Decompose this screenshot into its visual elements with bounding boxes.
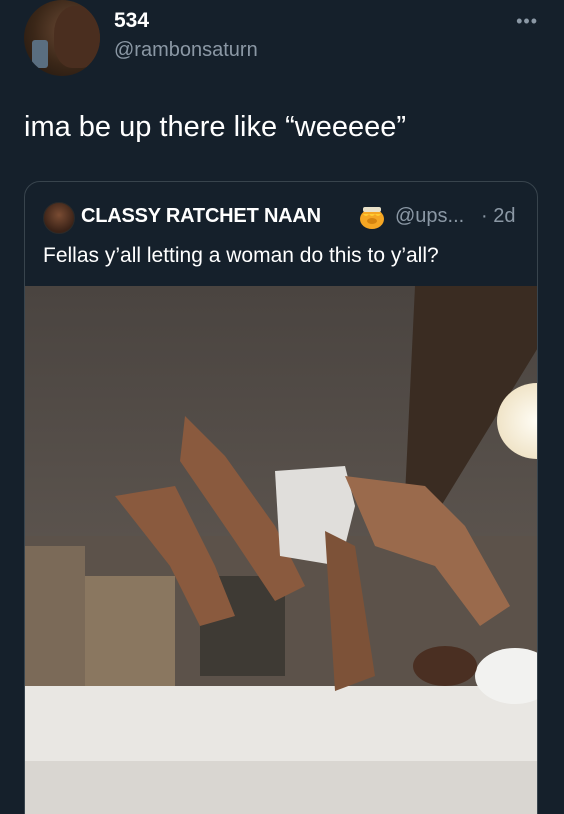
display-name[interactable]: 534 (114, 9, 149, 33)
honey-pot-icon (360, 207, 384, 229)
photo-icon[interactable] (25, 286, 537, 814)
avatar[interactable] (24, 0, 100, 76)
quoted-tweet-card[interactable]: CLASSY RATCHET NAAN @ups... · 2d Fellas … (24, 181, 538, 814)
quoted-handle: @ups... (395, 205, 465, 227)
quoted-display-name: CLASSY RATCHET NAAN (81, 205, 321, 227)
tweet-text: ima be up there like “weeeee” (24, 111, 407, 143)
quoted-timestamp: · 2d (481, 205, 516, 227)
more-horizontal-icon[interactable]: ••• (516, 12, 538, 30)
quoted-avatar[interactable] (43, 202, 75, 234)
user-handle[interactable]: @rambonsaturn (114, 39, 258, 62)
phone-shape (32, 40, 48, 68)
face-shape (54, 6, 100, 68)
quoted-tweet-text: Fellas y’all letting a woman do this to … (43, 244, 439, 267)
